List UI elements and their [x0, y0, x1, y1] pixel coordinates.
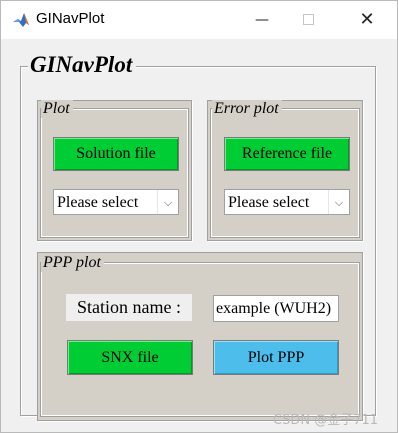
ppp-plot-panel: PPP plot Station name : example (WUH2) S…	[37, 252, 363, 421]
station-name-input[interactable]: example (WUH2)	[213, 295, 339, 322]
minimize-button[interactable]: —	[239, 1, 285, 39]
chevron-down-icon[interactable]: ⌵	[328, 190, 349, 214]
error-plot-panel: Error plot Reference file Please select …	[207, 100, 363, 241]
main-panel-title: GINavPlot	[28, 52, 137, 78]
watermark-text: CSDN @金子711	[273, 413, 379, 428]
solution-file-button[interactable]: Solution file	[53, 137, 179, 171]
error-select-value: Please select	[228, 194, 310, 211]
matlab-icon	[12, 11, 30, 29]
plot-ppp-button[interactable]: Plot PPP	[213, 340, 339, 375]
maximize-icon	[303, 14, 314, 25]
plot-panel-title: Plot	[41, 100, 73, 118]
title-bar[interactable]: GINavPlot — ✕	[1, 1, 397, 39]
error-select[interactable]: Please select ⌵	[224, 189, 350, 215]
error-panel-border	[210, 108, 360, 238]
window-title: GINavPlot	[36, 10, 105, 27]
close-button[interactable]: ✕	[344, 1, 390, 39]
plot-panel: Plot Solution file Please select ⌵	[37, 100, 192, 241]
plot-select-value: Please select	[57, 194, 139, 211]
app-window: GINavPlot — ✕ GINavPlot Plot Solution fi…	[0, 0, 398, 433]
ppp-panel-title: PPP plot	[41, 254, 104, 272]
window-client-area: GINavPlot Plot Solution file Please sele…	[1, 39, 397, 432]
plot-panel-border	[40, 108, 189, 238]
minimize-icon: —	[255, 12, 269, 28]
maximize-button[interactable]	[286, 1, 332, 39]
error-panel-title: Error plot	[212, 100, 282, 118]
plot-select[interactable]: Please select ⌵	[53, 189, 179, 215]
close-icon: ✕	[359, 9, 375, 30]
snx-file-button[interactable]: SNX file	[67, 340, 193, 375]
chevron-down-icon[interactable]: ⌵	[157, 190, 178, 214]
reference-file-button[interactable]: Reference file	[224, 137, 350, 171]
station-name-label: Station name :	[66, 294, 192, 321]
